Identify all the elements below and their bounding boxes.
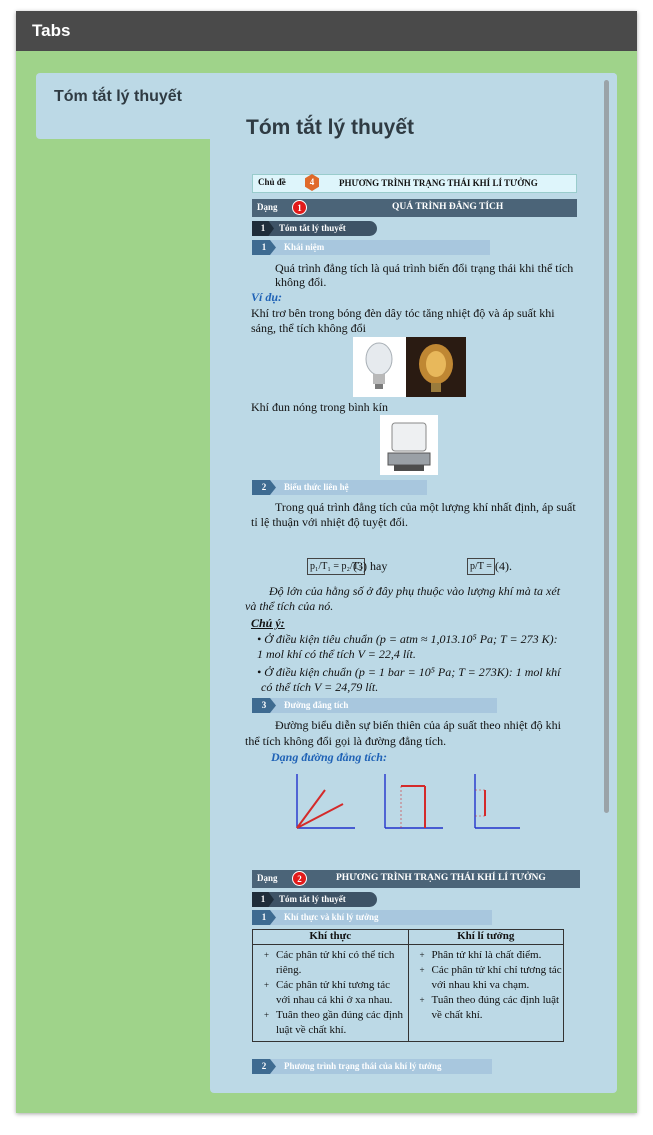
subsection-number: 3 [252,698,276,713]
section-tom-tat-2: 1 Tóm tắt lý thuyết [252,892,377,907]
section-number: 1 [252,892,274,907]
section-number: 1 [252,221,274,236]
subsection-title: Khí thực và khí lý tưởng [284,912,379,922]
subsection-number: 2 [252,480,276,495]
dang-2-banner: Dạng 2 PHƯƠNG TRÌNH TRẠNG THÁI KHÍ LÍ TƯ… [252,870,580,888]
table-cell: Phân tử khí là chất điểm. Các phân tử kh… [407,944,564,1042]
formula-1-tail: (3) hay [353,559,388,573]
formula-2: p/T = [467,558,495,575]
dang-1-banner: Dạng 1 QUÁ TRÌNH ĐẲNG TÍCH [252,199,577,217]
dang-title: QUÁ TRÌNH ĐẲNG TÍCH [392,202,504,212]
paragraph: tỉ lệ thuận với nhiệt độ tuyệt đối. [251,515,408,529]
heating-vessel-image [380,415,438,475]
page-title: Tóm tắt lý thuyết [246,116,415,139]
table-cell: Các phân tử khí có thể tích riêng. Các p… [252,944,409,1042]
comparison-table: Khí thực Khí lí tưởng Các phân tử khí có… [252,929,564,1042]
paragraph: Trong quá trình đẳng tích của một lượng … [275,500,576,514]
list-item: Tuân theo gần đúng các định luật về chất… [264,1008,407,1038]
example-heading: Ví dụ: [251,290,283,304]
list-item: Các phân tử khí chỉ tương tác với nhau k… [420,963,563,993]
chu-de-label: Chủ đề [258,177,286,187]
tab-tom-tat-ly-thuyet[interactable]: Tóm tắt lý thuyết [36,73,211,139]
table-header: Khí lí tưởng [407,929,564,945]
list-item: Các phân tử khí tương tác với nhau cả kh… [264,978,407,1008]
subsection-title: Khái niệm [284,242,325,252]
chu-de-number: 4 [305,174,319,191]
tab-label: Tóm tắt lý thuyết [54,88,183,105]
section-tom-tat: 1 Tóm tắt lý thuyết [252,221,377,236]
window-title: Tabs [16,11,637,51]
dang-number: 2 [292,871,307,886]
isochoric-graphs [296,774,520,829]
subsection-title: Biểu thức liên hệ [284,482,349,492]
light-bulb-image [353,337,406,397]
subsection-khi-thuc: 1 Khí thực và khí lý tưởng [252,910,492,925]
list-item: Tuân theo đúng các định luật về chất khí… [420,993,563,1023]
paragraph: sáng, thể tích không đổi [251,321,366,335]
subsection-bieu-thuc: 2 Biểu thức liên hệ [252,480,427,495]
diagram-caption: Dạng đường đẳng tích: [271,750,387,764]
subsection-khai-niem: 1 Khái niệm [252,240,490,255]
paragraph: Khí trơ bên trong bóng đèn dây tóc tăng … [251,306,555,320]
note-heading: Chú ý: [251,616,285,630]
subsection-title: Phương trình trạng thái của khí lý tưởng [284,1061,442,1071]
subsection-number: 2 [252,1059,276,1074]
list-item: Phân tử khí là chất điểm. [420,948,563,963]
chu-de-banner: Chủ đề 4 PHƯƠNG TRÌNH TRẠNG THÁI KHÍ LÍ … [252,174,577,193]
dang-label: Dạng [257,202,278,212]
bullet-note-cont: có thể tích V = 24,79 lít. [261,680,379,694]
paragraph: không đổi. [275,275,327,289]
list-item: Các phân tử khí có thể tích riêng. [264,948,407,978]
paragraph: Khí đun nóng trong bình kín [251,400,388,414]
subsection-number: 1 [252,910,276,925]
subsection-phuong-trinh: 2 Phương trình trạng thái của khí lý tưở… [252,1059,492,1074]
vertical-scrollbar[interactable] [604,80,609,813]
subsection-title: Đường đẳng tích [284,700,349,710]
paragraph: Quá trình đẳng tích là quá trình biến đổ… [275,261,574,275]
section-title: Tóm tắt lý thuyết [279,223,346,233]
chu-de-title: PHƯƠNG TRÌNH TRẠNG THÁI KHÍ LÍ TƯỞNG [339,178,538,188]
bullet-note: • Ở điều kiện tiêu chuẩn (p = atm ≈ 1,01… [257,632,558,646]
dang-title: PHƯƠNG TRÌNH TRẠNG THÁI KHÍ LÍ TƯỞNG [336,873,546,883]
bullet-note: • Ở điều kiện chuẩn (p = 1 bar = 10⁵ Pa;… [257,665,561,679]
vintage-bulb-image [406,337,466,397]
paragraph: Độ lớn của hằng số ở đây phụ thuộc vào l… [269,584,561,598]
formula-2-tail: (4). [495,559,512,573]
bullet-note-cont: 1 mol khí có thể tích V = 22,4 lít. [257,647,416,661]
dang-number: 1 [292,200,307,215]
subsection-number: 1 [252,240,276,255]
paragraph: và thể tích của nó. [245,599,334,613]
section-title: Tóm tắt lý thuyết [279,894,346,904]
subsection-duong-dang-tich: 3 Đường đẳng tích [252,698,497,713]
dang-label: Dạng [257,873,278,883]
paragraph: thể tích không đổi gọi là đường đẳng tíc… [245,734,447,748]
paragraph: Đường biểu diễn sự biến thiên của áp suấ… [275,718,561,732]
table-header: Khí thực [252,929,409,945]
